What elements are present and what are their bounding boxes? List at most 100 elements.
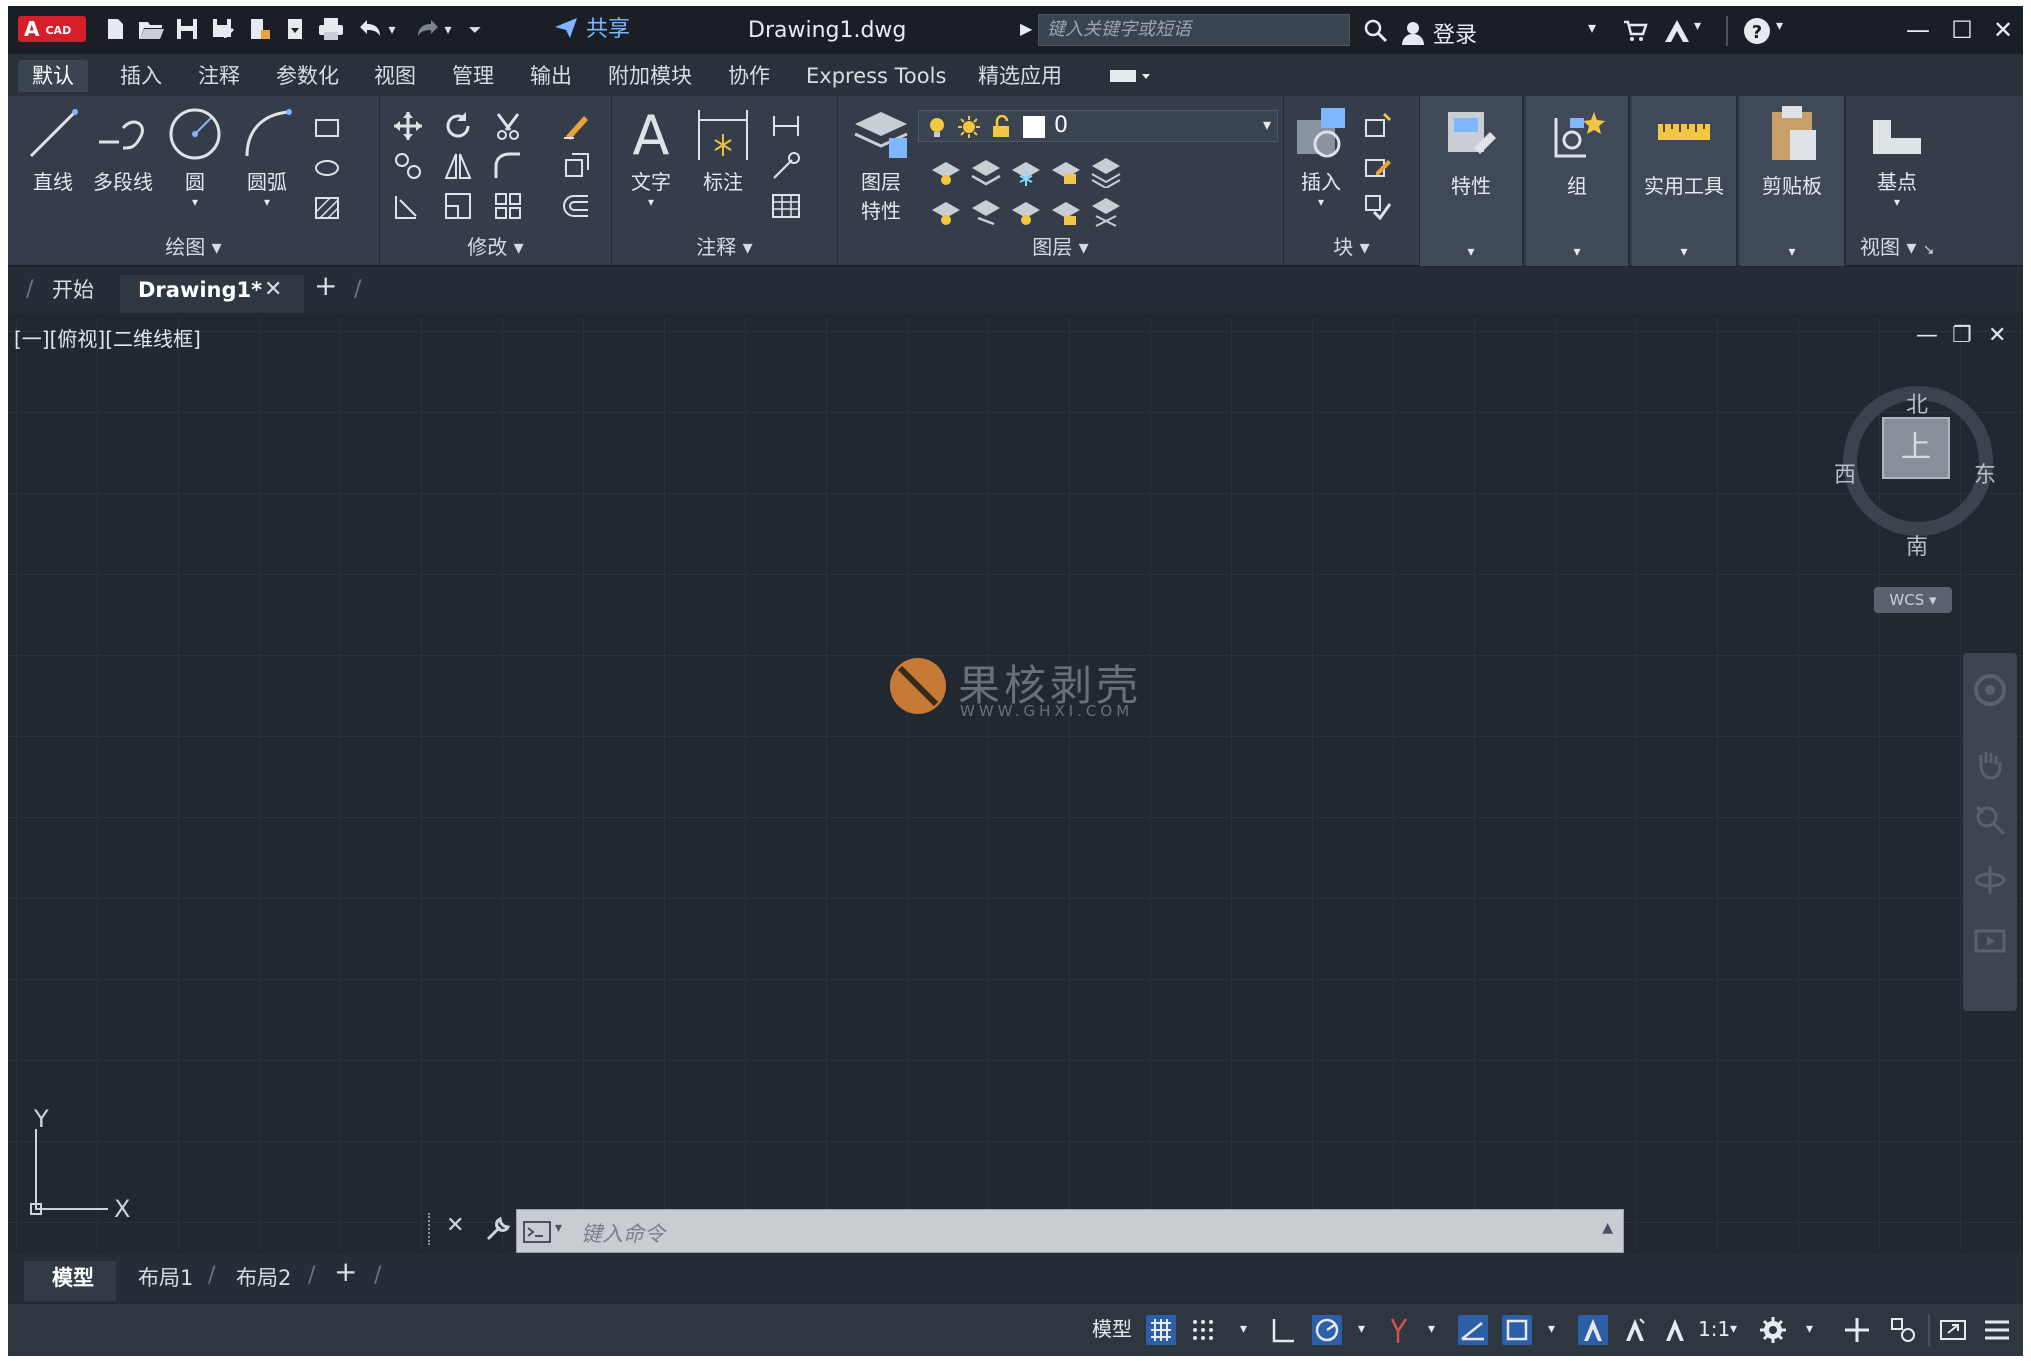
edit-block-icon[interactable] [1362, 150, 1394, 182]
pan-hand-icon[interactable] [1973, 747, 2007, 781]
command-close-icon[interactable]: ✕ [446, 1213, 464, 1238]
customization-menu-icon[interactable] [1982, 1315, 2012, 1345]
leader-icon[interactable] [770, 150, 802, 182]
linear-dimension-icon[interactable] [770, 110, 802, 142]
search-icon[interactable] [1363, 18, 1389, 48]
tab-default[interactable]: 默认 [18, 60, 88, 92]
command-history-dropdown-icon[interactable]: ▾ [555, 1220, 562, 1236]
trim-icon[interactable] [492, 110, 524, 142]
close-tab-icon[interactable]: ✕ [264, 275, 282, 305]
arc-tool[interactable]: 圆弧 ▾ [232, 104, 302, 209]
layer-unisolate-icon[interactable] [970, 196, 1002, 228]
isolate-objects-icon[interactable] [1888, 1315, 1918, 1345]
panel-launcher-icon[interactable]: ↘ [1923, 242, 1935, 258]
orbit-icon[interactable] [1973, 863, 2007, 897]
properties-panel[interactable]: 特性 ▾ [1420, 96, 1524, 266]
modify-panel-title[interactable]: 修改 ▾ [380, 231, 611, 260]
mirror-icon[interactable] [442, 150, 474, 182]
maximize-button[interactable]: ☐ [1942, 14, 1982, 46]
utilities-panel[interactable]: 实用工具 ▾ [1632, 96, 1738, 266]
customize-toolbar-icon[interactable]: ⏷ [460, 16, 490, 44]
model-space-button[interactable]: 模型 [1092, 1314, 1132, 1344]
tab-layout2[interactable]: 布局2 [236, 1263, 291, 1293]
line-tool[interactable]: 直线 [18, 104, 88, 195]
viewcube-top-face[interactable]: 上 [1882, 417, 1950, 479]
zoom-extents-icon[interactable] [1973, 803, 2007, 837]
draw-panel-title[interactable]: 绘图 ▾ [8, 231, 379, 260]
undo-dropdown-icon[interactable]: ▾ [384, 16, 400, 44]
properties-dropdown-icon[interactable]: ▾ [1420, 244, 1522, 260]
annotation-panel-title[interactable]: 注释 ▾ [612, 231, 837, 260]
arc-dropdown-icon[interactable]: ▾ [232, 195, 302, 209]
plot-icon[interactable] [316, 16, 346, 44]
layer-on-icon[interactable] [930, 196, 962, 228]
ortho-icon[interactable] [1268, 1315, 1298, 1345]
grid-icon[interactable] [1146, 1315, 1176, 1345]
new-file-icon[interactable] [100, 16, 130, 44]
block-panel-title[interactable]: 块 ▾ [1284, 231, 1419, 260]
command-prompt-icon[interactable] [523, 1220, 553, 1244]
chevron-right-icon[interactable]: ▶ [1020, 19, 1032, 38]
object-snap-tracking-icon[interactable] [1458, 1315, 1488, 1345]
scale-icon[interactable] [442, 190, 474, 222]
viewport-controls-label[interactable]: [一][俯视][二维线框] [14, 323, 201, 352]
cart-icon[interactable] [1622, 18, 1648, 48]
viewport-close-icon[interactable]: ✕ [1988, 323, 2006, 348]
layer-properties-tool[interactable]: 图层 特性 [846, 104, 916, 224]
tab-featured-apps[interactable]: 精选应用 [964, 60, 1076, 92]
base-view-tool[interactable]: 基点 ▾ [1862, 104, 1932, 209]
insert-dropdown-icon[interactable]: ▾ [1286, 195, 1356, 209]
layer-thaw-icon[interactable] [1010, 196, 1042, 228]
copy-icon[interactable] [392, 150, 424, 182]
tab-collaborate[interactable]: 协作 [714, 60, 784, 92]
isometric-dropdown-icon[interactable]: ▾ [1428, 1314, 1435, 1344]
hatch-icon[interactable] [312, 192, 344, 224]
redo-dropdown-icon[interactable]: ▾ [440, 16, 456, 44]
app-logo[interactable]: A CAD [18, 16, 86, 42]
autodesk-dropdown-icon[interactable]: ▾ [1694, 18, 1701, 34]
scale-dropdown-icon[interactable]: ▾ [1730, 1314, 1737, 1344]
base-dropdown-icon[interactable]: ▾ [1862, 195, 1932, 209]
close-button[interactable]: ✕ [1986, 14, 2020, 46]
web-mobile-save-icon[interactable] [280, 16, 310, 44]
wcs-menu[interactable]: WCS ▾ [1874, 587, 1952, 613]
clipboard-dropdown-icon[interactable]: ▾ [1740, 244, 1844, 260]
tab-annotate[interactable]: 注释 [184, 60, 254, 92]
save-icon[interactable] [172, 16, 202, 44]
table-icon[interactable] [770, 190, 802, 222]
redo-icon[interactable] [412, 16, 442, 44]
viewport-minimize-icon[interactable]: — [1916, 323, 1938, 348]
wrench-icon[interactable] [484, 1215, 512, 1243]
offset-icon[interactable] [560, 190, 592, 222]
login-button[interactable]: 登录 [1400, 17, 1477, 49]
view-panel-title[interactable]: 视图 ▾ ↘ [1860, 231, 2023, 260]
command-grip[interactable] [428, 1213, 430, 1245]
tab-drawing1[interactable]: Drawing1* [138, 275, 262, 305]
tab-insert[interactable]: 插入 [106, 60, 176, 92]
workspace-dropdown-icon[interactable]: ▾ [1806, 1314, 1813, 1344]
layer-dropdown-icon[interactable]: ▾ [1263, 115, 1271, 134]
make-current-icon[interactable] [1090, 156, 1122, 188]
help-icon[interactable]: ? [1742, 16, 1772, 50]
group-dropdown-icon[interactable]: ▾ [1526, 244, 1628, 260]
match-layer-icon[interactable] [1090, 196, 1122, 228]
object-snap-icon[interactable] [1502, 1315, 1532, 1345]
layer-isolate-icon[interactable] [970, 156, 1002, 188]
circle-tool[interactable]: 圆 ▾ [160, 104, 230, 209]
autodesk-app-icon[interactable] [1662, 18, 1692, 48]
fullscreen-icon[interactable] [1938, 1315, 1968, 1345]
share-button[interactable]: 共享 [553, 16, 630, 44]
tab-output[interactable]: 输出 [516, 60, 586, 92]
new-layout-button[interactable]: + [334, 1257, 357, 1287]
layer-lock-icon[interactable] [1050, 156, 1082, 188]
open-file-icon[interactable] [136, 16, 166, 44]
stretch-icon[interactable] [392, 190, 424, 222]
web-mobile-open-icon[interactable] [244, 16, 274, 44]
compass-east[interactable]: 东 [1974, 457, 1996, 489]
compass-west[interactable]: 西 [1834, 457, 1856, 489]
polyline-tool[interactable]: 多段线 [88, 104, 158, 195]
command-input[interactable]: ▾ 键入命令 ▲ [516, 1209, 1624, 1253]
osnap-dropdown-icon[interactable]: ▾ [1548, 1314, 1555, 1344]
tab-view[interactable]: 视图 [360, 60, 430, 92]
steering-wheel-icon[interactable] [1973, 673, 2007, 707]
